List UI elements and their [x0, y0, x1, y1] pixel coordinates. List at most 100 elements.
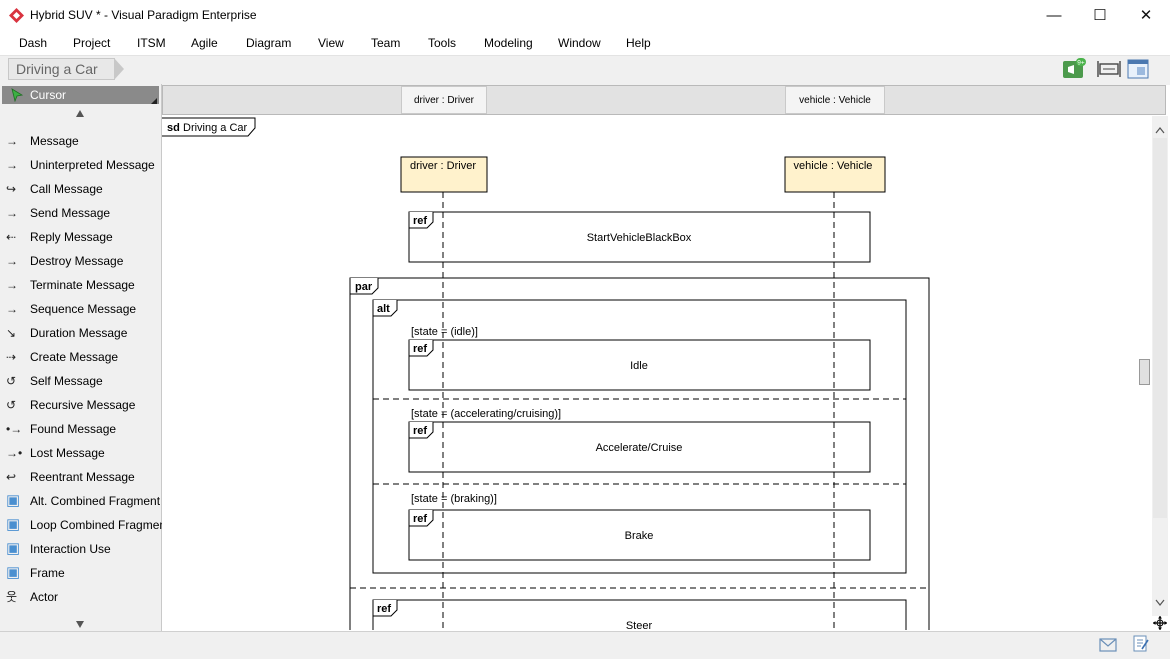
palette-item-label: Create Message [30, 350, 119, 364]
found-message-icon: •→ [6, 422, 23, 436]
palette-cursor-tool[interactable]: Cursor [2, 86, 159, 104]
cursor-arrow-icon [11, 88, 24, 102]
palette-item-send-message[interactable]: → Send Message [0, 202, 160, 224]
guard-brake: [state = (braking)] [411, 493, 497, 505]
menu-project[interactable]: Project [73, 36, 110, 50]
app-logo-icon [9, 8, 24, 23]
close-button[interactable]: ✕ [1123, 0, 1169, 31]
menu-diagram[interactable]: Diagram [246, 36, 291, 50]
lifeline-header-driver[interactable]: driver : Driver [401, 86, 487, 114]
ref-keyword: ref [413, 425, 427, 437]
maximize-button[interactable]: ☐ [1077, 0, 1123, 31]
scrollbar-thumb[interactable] [1139, 359, 1150, 385]
notification-badge: 9+ [1077, 60, 1085, 67]
palette-item-loop-combined-fragment[interactable]: ▣ Loop Combined Fragment [0, 514, 169, 536]
palette-item-label: Sequence Message [30, 302, 137, 316]
message-icon: → [6, 134, 18, 148]
create-message-icon: ⇢ [6, 350, 17, 364]
palette-item-uninterpreted-message[interactable]: → Uninterpreted Message [0, 154, 160, 176]
ref-accelerate-cruise[interactable]: ref Accelerate/Cruise [408, 421, 871, 473]
reentrant-message-icon: ↩ [6, 470, 17, 484]
palette-item-found-message[interactable]: •→ Found Message [0, 418, 160, 440]
scrollbar-track [1139, 127, 1167, 606]
mail-icon[interactable] [1099, 638, 1117, 652]
ref-keyword: ref [413, 513, 427, 525]
palette-item-interaction-use[interactable]: ▣ Interaction Use [0, 538, 160, 560]
menu-window[interactable]: Window [558, 36, 601, 50]
palette-item-label: Call Message [30, 182, 103, 196]
lost-message-icon: →• [6, 446, 23, 460]
palette-item-create-message[interactable]: ⇢ Create Message [0, 346, 160, 368]
ref-start-label: StartVehicleBlackBox [587, 232, 692, 244]
sd-frame-name: Driving a Car [183, 122, 248, 134]
guard-idle: [state = (idle)] [411, 326, 478, 338]
minimize-button[interactable]: — [1031, 0, 1077, 31]
vertical-scrollbar[interactable] [1139, 116, 1168, 616]
ref-accelerate-label: Accelerate/Cruise [596, 442, 683, 454]
window-title: Hybrid SUV * - Visual Paradigm Enterpris… [30, 8, 257, 22]
document-edit-icon[interactable] [1133, 635, 1149, 653]
palette-item-terminate-message[interactable]: → Terminate Message [0, 274, 160, 296]
send-message-icon: → [6, 206, 18, 220]
breadcrumb[interactable]: Driving a Car [8, 58, 124, 80]
sd-frame-keyword: sd [167, 122, 180, 134]
palette-item-frame[interactable]: ▣ Frame [0, 562, 160, 584]
palette-item-label: Reentrant Message [30, 470, 135, 484]
palette-item-recursive-message[interactable]: ↺ Recursive Message [0, 394, 160, 416]
ref-brake[interactable]: ref Brake [408, 509, 871, 561]
palette-item-label: Actor [30, 590, 59, 604]
fit-diagram-icon[interactable] [1097, 58, 1121, 80]
palette-item-label: Frame [30, 566, 65, 580]
palette-item-sequence-message[interactable]: → Sequence Message [0, 298, 160, 320]
palette-item-reentrant-message[interactable]: ↩ Reentrant Message [0, 466, 160, 488]
palette-item-destroy-message[interactable]: → Destroy Message [0, 250, 160, 272]
menu-modeling[interactable]: Modeling [484, 36, 533, 50]
alt-combined-fragment-icon: ▣ [6, 492, 21, 509]
palette-item-alt-combined-fragment[interactable]: ▣ Alt. Combined Fragment [0, 490, 160, 512]
layout-panel-icon[interactable] [1127, 58, 1151, 80]
menu-team[interactable]: Team [371, 36, 400, 50]
palette-item-label: Destroy Message [30, 254, 124, 268]
self-message-icon: ↺ [6, 374, 17, 388]
lifeline-driver-label: driver : Driver [410, 160, 476, 172]
palette-item-duration-message[interactable]: ↘ Duration Message [0, 322, 160, 344]
diagram-canvas[interactable]: sd Driving a Car driver : Driver vehicle… [162, 116, 1152, 630]
ref-steer[interactable]: ref Steer [372, 599, 907, 630]
loop-combined-fragment-icon: ▣ [6, 516, 21, 533]
call-message-icon: ↪ [6, 182, 17, 196]
palette-item-label: Self Message [30, 374, 103, 388]
recursive-message-icon: ↺ [6, 398, 17, 412]
palette-scroll-up-icon[interactable] [76, 110, 84, 117]
pan-move-icon[interactable] [1152, 615, 1168, 631]
palette-item-call-message[interactable]: ↪ Call Message [0, 178, 160, 200]
palette-item-actor[interactable]: 웃 Actor [0, 586, 160, 608]
palette-item-lost-message[interactable]: →• Lost Message [0, 442, 160, 464]
palette-item-label: Alt. Combined Fragment [30, 494, 161, 508]
navigation-bar [0, 55, 1170, 85]
menu-view[interactable]: View [318, 36, 344, 50]
ref-idle[interactable]: ref Idle [408, 339, 871, 391]
palette-item-message[interactable]: → Message [0, 130, 160, 152]
menu-dash[interactable]: Dash [19, 36, 47, 50]
ref-brake-label: Brake [625, 530, 654, 542]
expand-corner-icon [151, 98, 157, 104]
palette-item-reply-message[interactable]: ⇠ Reply Message [0, 226, 160, 248]
ref-keyword: ref [413, 343, 427, 355]
lifeline-header-vehicle[interactable]: vehicle : Vehicle [785, 86, 885, 114]
notification-icon[interactable]: 9+ [1062, 58, 1086, 80]
palette-item-self-message[interactable]: ↺ Self Message [0, 370, 160, 392]
palette-scroll-down-icon[interactable] [76, 621, 84, 628]
ref-start-vehicle-blackbox[interactable]: ref StartVehicleBlackBox [408, 211, 871, 263]
menu-help[interactable]: Help [626, 36, 651, 50]
menu-tools[interactable]: Tools [428, 36, 456, 50]
menu-itsm[interactable]: ITSM [137, 36, 166, 50]
terminate-message-icon: → [6, 278, 18, 292]
interaction-use-icon: ▣ [6, 540, 21, 557]
menu-agile[interactable]: Agile [191, 36, 218, 50]
sd-frame-tab: sd Driving a Car [162, 117, 256, 137]
uninterpreted-message-icon: → [6, 158, 18, 172]
palette-item-label: Uninterpreted Message [30, 158, 155, 172]
ref-keyword: ref [377, 603, 391, 615]
par-keyword: par [355, 281, 373, 293]
palette-item-label: Recursive Message [30, 398, 136, 412]
